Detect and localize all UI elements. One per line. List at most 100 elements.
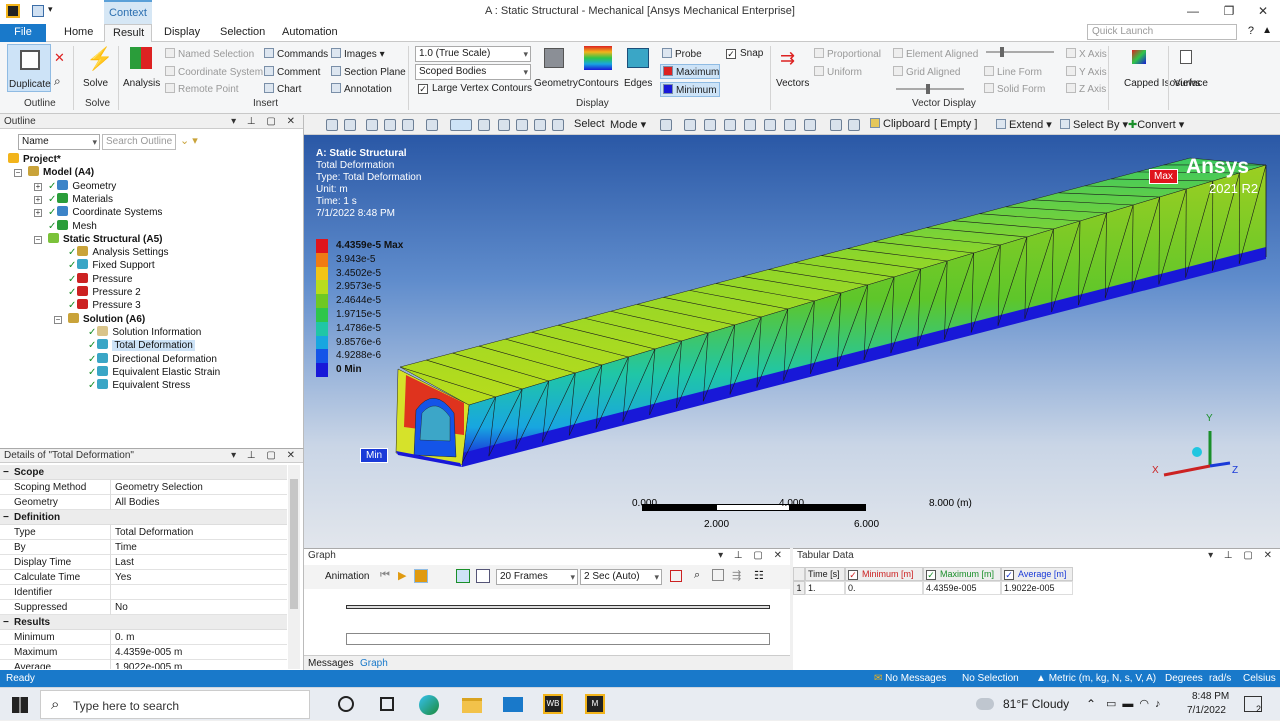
uniform-button[interactable]: Uniform xyxy=(814,66,862,78)
notifications-icon[interactable]: 2 xyxy=(1244,696,1262,712)
images-button[interactable]: Images ▾ xyxy=(331,48,385,60)
details-row[interactable]: Identifier xyxy=(0,585,287,600)
pan-graph-icon[interactable]: ⇶ xyxy=(732,569,741,582)
tree-item[interactable]: ✓Fixed Support xyxy=(68,259,155,272)
collapse-icon[interactable]: − xyxy=(3,615,9,630)
graph-pin-close-icons[interactable]: ▾ ⊥ ▢ ✕ xyxy=(718,549,786,563)
details-section-header[interactable]: −Results xyxy=(0,615,287,630)
clock-time[interactable]: 8:48 PM xyxy=(1192,691,1229,702)
z-axis-button[interactable]: Z Axis xyxy=(1066,83,1106,95)
geometry-button[interactable]: Geometry xyxy=(534,46,576,92)
workbench-icon[interactable]: WB xyxy=(543,694,563,714)
zoom-out-icon[interactable] xyxy=(344,119,356,131)
hide-icon[interactable] xyxy=(848,119,860,131)
zoom-box-icon[interactable] xyxy=(498,119,510,131)
details-value[interactable]: 0. m xyxy=(115,630,134,645)
timeline-bar[interactable] xyxy=(346,605,770,609)
details-row[interactable]: ByTime xyxy=(0,540,287,555)
details-row[interactable]: Average1.9022e-005 m xyxy=(0,660,287,669)
axis-view-icon[interactable] xyxy=(450,119,472,131)
tab-messages[interactable]: Messages xyxy=(308,658,354,669)
details-pin-close-icons[interactable]: ▾ ⊥ ▢ ✕ xyxy=(231,449,299,463)
iso-view-icon[interactable] xyxy=(366,119,378,131)
select-node-icon[interactable] xyxy=(744,119,756,131)
tree-item[interactable]: ✓Pressure 3 xyxy=(68,299,141,312)
tree-item[interactable]: ✓Coordinate Systems xyxy=(48,206,162,219)
fit-icon[interactable] xyxy=(478,119,490,131)
restore-button[interactable]: ❐ xyxy=(1214,4,1244,20)
weather-text[interactable]: 81°F Cloudy xyxy=(1003,697,1069,711)
sparkle-icon[interactable] xyxy=(830,119,842,131)
status-rads[interactable]: rad/s xyxy=(1209,670,1231,687)
zoom-in-icon[interactable] xyxy=(326,119,338,131)
fit-graph-icon[interactable] xyxy=(712,569,724,581)
empty-clipboard-button[interactable]: [ Empty ] xyxy=(934,118,977,130)
maximum-toggle[interactable]: Maximum xyxy=(660,64,720,79)
status-celsius[interactable]: Celsius xyxy=(1243,670,1276,687)
tree-item[interactable]: Model (A4) xyxy=(28,166,94,179)
details-row[interactable]: Calculate Time HistoryYes xyxy=(0,570,287,585)
collapse-icon[interactable]: − xyxy=(3,510,9,525)
taskbar-search-box[interactable]: ⌕ Type here to search xyxy=(40,690,310,719)
zoom-graph-icon[interactable]: ⌕ xyxy=(694,569,700,582)
tree-expander[interactable]: + xyxy=(34,209,42,217)
collapse-icon[interactable]: − xyxy=(3,465,9,480)
windows-start-icon[interactable] xyxy=(12,697,28,713)
proportional-button[interactable]: Proportional xyxy=(814,48,881,60)
previous-view-icon[interactable] xyxy=(552,119,564,131)
tray-icons[interactable]: ▭▬◠♪ xyxy=(1106,697,1167,710)
graph-options-icon[interactable]: ☷ xyxy=(754,569,764,582)
contours-button[interactable]: Contours xyxy=(578,46,620,92)
tree-item[interactable]: ✓Equivalent Stress xyxy=(88,379,190,392)
select-mode-icon[interactable] xyxy=(426,119,438,131)
play-icon[interactable]: ▶ xyxy=(398,569,406,582)
select-face-icon[interactable] xyxy=(704,119,716,131)
status-degrees[interactable]: Degrees xyxy=(1165,670,1203,687)
clock-date[interactable]: 7/1/2022 xyxy=(1187,705,1226,716)
tree-item[interactable]: Project* xyxy=(8,153,61,166)
pan-icon[interactable] xyxy=(402,119,414,131)
details-row[interactable]: SuppressedNo xyxy=(0,600,287,615)
tree-item[interactable]: ✓Solution Information xyxy=(88,326,201,339)
duplicate-button[interactable]: Duplicate xyxy=(7,44,51,92)
stop-icon[interactable] xyxy=(414,569,428,583)
tree-item[interactable]: ✓Pressure xyxy=(68,273,132,286)
minimum-toggle[interactable]: Minimum xyxy=(660,82,720,97)
frames-select[interactable]: 20 Frames xyxy=(496,569,578,585)
select-mesh-icon[interactable] xyxy=(784,119,796,131)
solve-button[interactable]: ⚡ Solve xyxy=(80,46,110,92)
quick-launch-input[interactable]: Quick Launch xyxy=(1087,24,1237,40)
edges-button[interactable]: Edges xyxy=(622,46,656,92)
details-row[interactable]: Maximum4.4359e-005 m xyxy=(0,645,287,660)
edge-icon[interactable] xyxy=(419,695,439,715)
tree-item[interactable]: ✓Pressure 2 xyxy=(68,286,141,299)
grid-aligned-button[interactable]: Grid Aligned xyxy=(893,66,960,78)
min-tag[interactable]: Min xyxy=(360,448,388,463)
col-minimum[interactable]: ✓Minimum [m] xyxy=(845,567,923,581)
y-axis-button[interactable]: Y Axis xyxy=(1066,66,1107,78)
details-row[interactable]: TypeTotal Deformation xyxy=(0,525,287,540)
delete-icon[interactable]: ✕ xyxy=(54,50,65,66)
status-units[interactable]: ▲ Metric (m, kg, N, s, V, A) xyxy=(1036,670,1156,687)
status-messages[interactable]: ✉ No Messages xyxy=(874,670,946,687)
details-value[interactable]: Geometry Selection xyxy=(115,480,203,495)
tree-item[interactable]: Static Structural (A5) xyxy=(48,233,162,246)
probe-button[interactable]: Probe xyxy=(662,48,702,60)
section-plane-button[interactable]: Section Plane xyxy=(331,66,406,78)
tree-item[interactable]: ✓Mesh xyxy=(48,220,97,233)
close-button[interactable]: ✕ xyxy=(1248,4,1278,20)
help-icon[interactable]: ? xyxy=(1248,25,1254,37)
details-value[interactable]: No xyxy=(115,600,128,615)
magnify-icon[interactable] xyxy=(534,119,546,131)
tree-item[interactable]: ✓Total Deformation xyxy=(88,339,195,352)
details-section-header[interactable]: −Definition xyxy=(0,510,287,525)
tray-chevron-icon[interactable]: ⌃ xyxy=(1086,697,1096,711)
tree-expander[interactable]: − xyxy=(14,169,22,177)
capped-isosurface-button[interactable]: Capped Isosurface xyxy=(1112,46,1168,102)
rewind-icon[interactable]: ⏮ xyxy=(380,569,390,582)
x-axis-button[interactable]: X Axis xyxy=(1066,48,1107,60)
tree-item[interactable]: Solution (A6) xyxy=(68,313,145,326)
task-view-icon[interactable] xyxy=(338,696,354,712)
solid-form-button[interactable]: Solid Form xyxy=(984,83,1045,95)
mail-icon[interactable] xyxy=(503,697,523,712)
